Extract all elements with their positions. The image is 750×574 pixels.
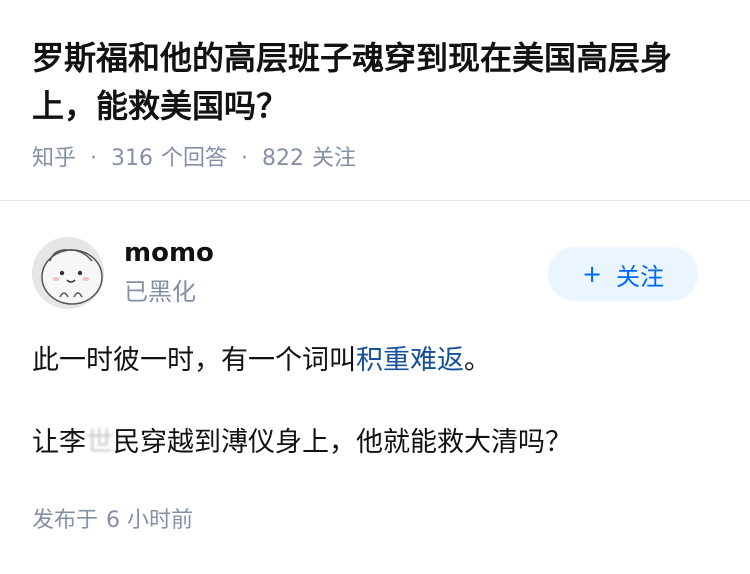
follow-button[interactable]: + 关注: [548, 247, 698, 301]
answer-card: momo 已黑化 + 关注 此一时彼一时，有一个词叫积重难返。 让李世民穿越到溥…: [0, 201, 750, 574]
answer-paragraph: 此一时彼一时，有一个词叫积重难返。: [32, 339, 722, 383]
plus-icon: +: [581, 260, 603, 288]
answer-count-label: 个回答: [161, 146, 228, 171]
follow-button-label: 关注: [616, 262, 665, 291]
search-keyword-link[interactable]: 积重难返: [356, 345, 464, 376]
meta-separator: ·: [90, 146, 98, 171]
meta-separator: ·: [241, 146, 249, 171]
source-label[interactable]: 知乎: [32, 142, 76, 176]
answer-text: 民穿越到溥仪身上，他就能救大清吗？: [113, 427, 572, 458]
publish-time: 发布于 6 小时前: [32, 504, 193, 538]
question-title[interactable]: 罗斯福和他的高层班子魂穿到现在美国高层身上，能救美国吗？: [32, 34, 722, 130]
masked-character: 世: [86, 427, 113, 458]
publish-time-value: 6 小时前: [106, 508, 194, 533]
avatar[interactable]: [32, 237, 104, 309]
answer-content: 此一时彼一时，有一个词叫积重难返。 让李世民穿越到溥仪身上，他就能救大清吗？: [32, 339, 722, 465]
publish-prefix: 发布于: [32, 508, 99, 533]
answer-count: 316: [111, 146, 154, 171]
author-name[interactable]: momo: [124, 235, 214, 271]
answer-text: 此一时彼一时，有一个词叫: [32, 345, 356, 376]
answer-paragraph: 让李世民穿越到溥仪身上，他就能救大清吗？: [32, 421, 722, 465]
follower-count-label: 关注: [312, 146, 357, 171]
question-header: 罗斯福和他的高层班子魂穿到现在美国高层身上，能救美国吗？ 知乎 · 316 个回…: [0, 0, 750, 201]
answer-text: 让李: [32, 427, 86, 458]
cartoon-avatar-icon: [32, 237, 104, 309]
question-meta: 知乎 · 316 个回答 · 822 关注: [32, 142, 356, 176]
author-headline: 已黑化: [124, 278, 196, 306]
answer-text: 。: [464, 345, 491, 376]
follower-count: 822: [262, 146, 305, 171]
